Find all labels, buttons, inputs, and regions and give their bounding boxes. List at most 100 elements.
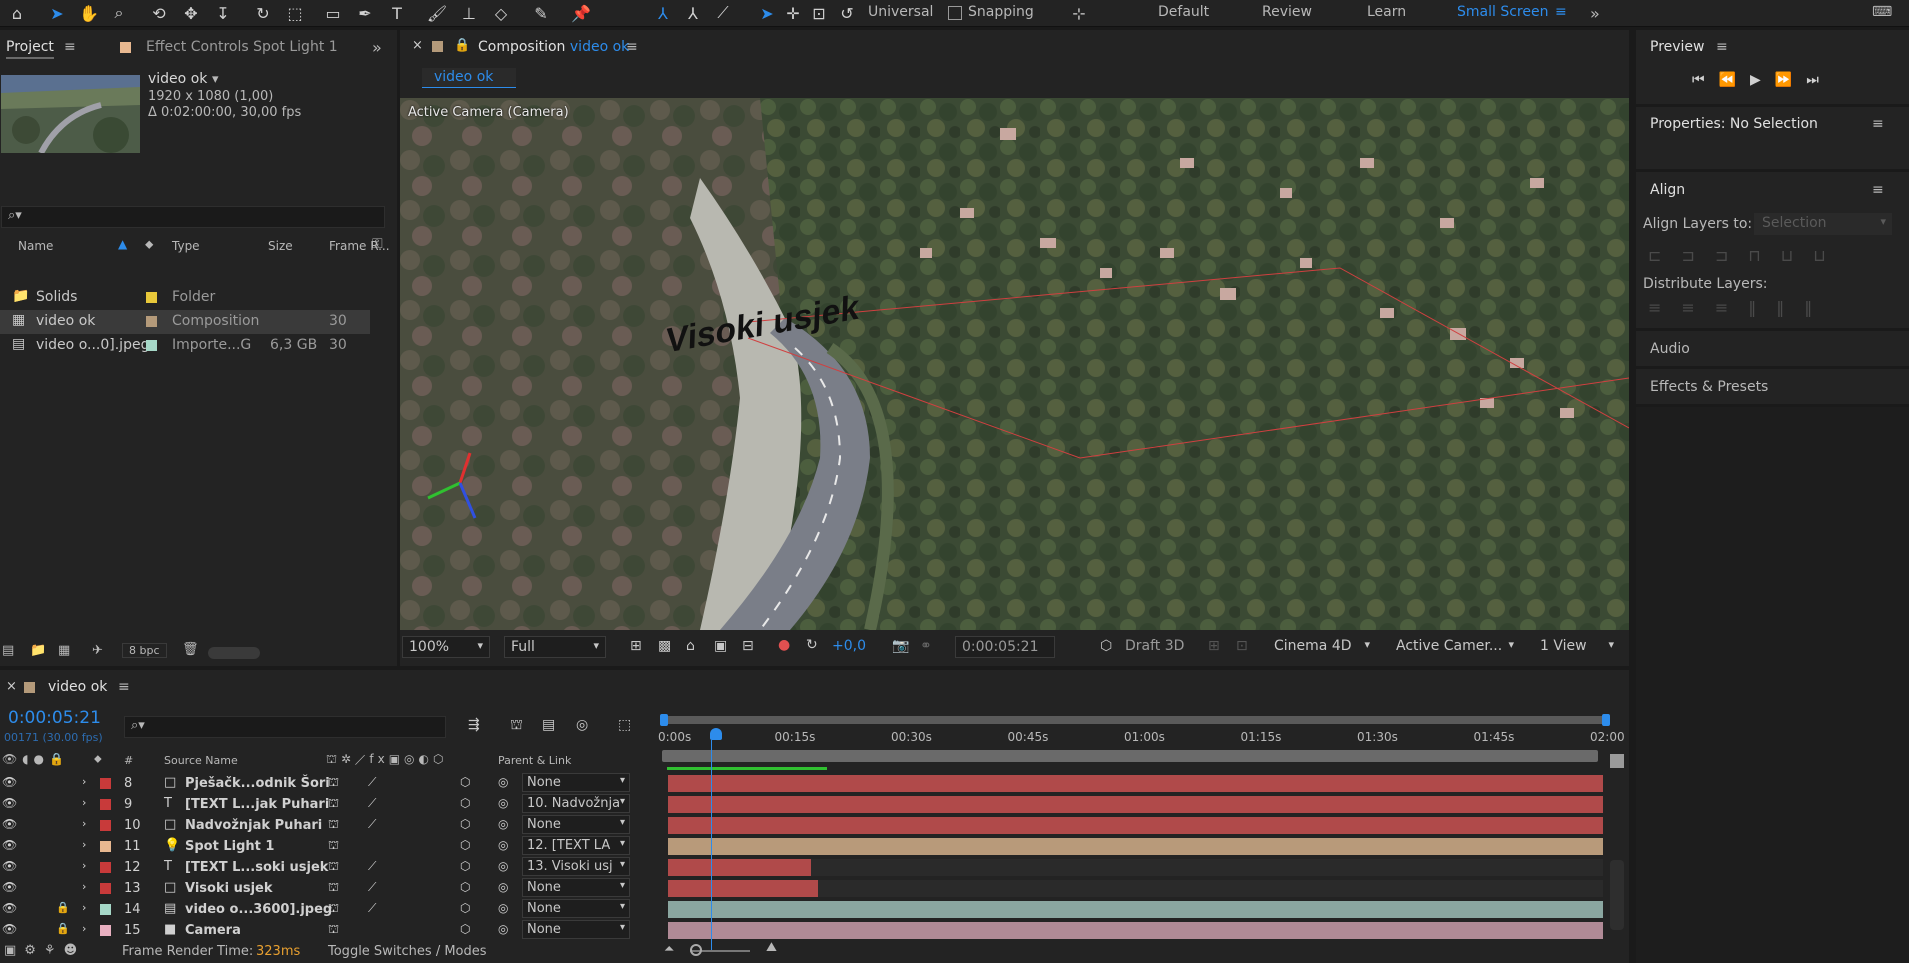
pan-camera-icon[interactable]: ✥ <box>180 2 202 24</box>
breadcrumb[interactable]: video ok <box>422 68 516 88</box>
interpret-footage-icon[interactable]: ▤ <box>2 643 14 658</box>
pick-whip-icon[interactable]: ◎ <box>498 817 508 831</box>
sort-ascending-icon[interactable]: ▲ <box>118 237 127 251</box>
chevron-right-icon[interactable]: › <box>82 796 86 809</box>
3d-layer-icon[interactable]: ⬡ <box>460 817 470 831</box>
transparency-grid-icon[interactable]: ▩ <box>658 638 671 654</box>
quality-icon[interactable]: ⟋ <box>368 880 376 895</box>
shy-layers-icon[interactable]: ⛫ <box>510 717 523 735</box>
3d-layer-icon[interactable]: ⬡ <box>460 775 470 789</box>
eye-icon[interactable]: 👁 <box>2 859 17 873</box>
playhead-handle[interactable] <box>710 728 722 740</box>
preview-name-dropdown-icon[interactable]: ▾ <box>212 72 219 87</box>
draft-3d-icon[interactable]: ⬡ <box>1100 638 1112 654</box>
quality-icon[interactable]: ⟋ <box>368 901 376 916</box>
collapse-transform-icon[interactable]: ⛫ <box>328 796 339 812</box>
next-frame-icon[interactable]: ⏩ <box>1775 72 1806 88</box>
quality-icon[interactable]: ⟋ <box>368 796 376 811</box>
keyboard-icon[interactable]: ⌨ <box>1872 4 1892 20</box>
chevron-right-icon[interactable]: › <box>82 775 86 788</box>
reset-exposure-icon[interactable]: ↻ <box>806 637 818 653</box>
more-tabs-icon[interactable]: » <box>372 38 382 57</box>
timeline-bottom-icons[interactable]: ▣⚙⚘☻ <box>4 943 85 958</box>
brush-tool-icon[interactable]: 🖌 <box>426 2 448 24</box>
work-area-start-handle[interactable] <box>660 714 668 726</box>
work-area-bar[interactable] <box>662 716 1606 724</box>
layer-source-name[interactable]: [TEXT L...soki usjek <box>185 860 328 875</box>
zoom-tool-icon[interactable]: ⌕ <box>108 2 130 24</box>
comp-viewer[interactable]: Visoki usjek Active Camera (Camera) <box>400 98 1629 630</box>
layer-source-name[interactable]: Camera <box>185 923 241 938</box>
layer-duration-bar[interactable] <box>668 775 1603 792</box>
project-item-label[interactable] <box>146 340 157 351</box>
renderer-dropdown[interactable]: Cinema 4D ▾ <box>1268 636 1376 658</box>
tab-composition[interactable]: Composition video ok <box>478 39 629 55</box>
3d-layer-icon[interactable]: ⬡ <box>460 922 470 936</box>
toggle-switches-modes[interactable]: Toggle Switches / Modes <box>328 944 487 959</box>
align-to-dropdown[interactable]: Selection ▾ <box>1754 213 1892 235</box>
snapshot-icon[interactable]: 📷 <box>892 638 909 654</box>
clone-stamp-icon[interactable]: ⊥ <box>458 2 480 24</box>
layer-duration-bar[interactable] <box>668 838 1603 855</box>
puppet-pin-icon[interactable]: 📌 <box>570 2 592 24</box>
layer-source-name[interactable]: video o...3600].jpeg <box>185 902 332 917</box>
layer-duration-bar[interactable] <box>668 922 1603 939</box>
project-item[interactable]: ▤ video o...0].jpeg Importe...G 6,3 GB 30 <box>0 334 370 358</box>
chevron-right-icon[interactable]: › <box>82 922 86 935</box>
snapping-checkbox[interactable] <box>948 6 962 20</box>
layer-label-swatch[interactable] <box>100 778 111 789</box>
quality-icon[interactable]: ⟋ <box>368 817 376 832</box>
quality-icon[interactable]: ⟋ <box>368 775 376 790</box>
layer-duration-bar[interactable] <box>668 817 1603 834</box>
effects-presets-title[interactable]: Effects & Presets <box>1650 379 1768 395</box>
layer-duration-bar[interactable] <box>668 859 812 876</box>
parent-dropdown[interactable]: 13. Visoki usj ▾ <box>522 857 630 876</box>
parent-dropdown[interactable]: 10. Nadvožnja ▾ <box>522 794 630 813</box>
mask-visibility-icon[interactable]: ⌂ <box>686 638 695 654</box>
snap-options-icon[interactable]: ⊹ <box>1068 2 1090 24</box>
viewer-timecode[interactable]: 0:00:05:21 <box>955 636 1055 658</box>
camera-view-dropdown[interactable]: Active Camer... ▾ <box>1390 636 1520 658</box>
align-buttons[interactable]: ⊏⊐⊐⊓⊔⊔ <box>1648 246 1846 265</box>
workspace-small-screen[interactable]: Small Screen <box>1457 4 1548 20</box>
distribute-buttons[interactable]: ≡≡≡‖‖‖ <box>1648 298 1832 317</box>
adjust-icon[interactable]: ✈ <box>92 643 103 658</box>
work-area-end-handle[interactable] <box>1602 714 1610 726</box>
new-composition-icon[interactable]: ▦ <box>58 643 70 658</box>
frame-blending-icon[interactable]: ▤ <box>542 717 555 733</box>
collapse-transform-icon[interactable]: ⛫ <box>328 859 339 875</box>
collapse-transform-icon[interactable]: ⛫ <box>328 901 339 917</box>
layer-label-swatch[interactable] <box>100 883 111 894</box>
first-frame-icon[interactable]: ⏮ <box>1692 72 1719 88</box>
eye-icon[interactable]: 👁 <box>2 817 17 831</box>
pick-whip-icon[interactable]: ◎ <box>498 880 508 894</box>
resolution-dropdown[interactable]: Full ▾ <box>504 636 606 658</box>
col-source-name[interactable]: Source Name <box>164 754 238 767</box>
flowchart-icon[interactable]: ⚿ <box>372 236 383 252</box>
axis-mode-label[interactable]: Universal <box>868 4 933 20</box>
3d-layer-icon[interactable]: ⬡ <box>460 901 470 915</box>
timeline-marker-icon[interactable] <box>1610 754 1624 768</box>
zoom-range-bar[interactable] <box>662 750 1598 762</box>
workspace-review[interactable]: Review <box>1262 4 1312 20</box>
eye-icon[interactable]: 👁 <box>2 922 17 936</box>
col-layer-number[interactable]: # <box>124 754 133 767</box>
layer-duration-bar[interactable] <box>668 880 818 897</box>
chevron-right-icon[interactable]: › <box>82 817 86 830</box>
rectangle-tool-icon[interactable]: ▭ <box>322 2 344 24</box>
pick-whip-icon[interactable]: ◎ <box>498 901 508 915</box>
collapse-transform-icon[interactable]: ⛫ <box>328 775 339 791</box>
project-menu-icon[interactable]: ≡ <box>64 39 76 55</box>
current-time[interactable]: 0:00:05:21 <box>8 708 101 728</box>
new-folder-icon[interactable]: 📁 <box>30 643 46 658</box>
properties-menu-icon[interactable]: ≡ <box>1872 116 1884 132</box>
layer-label-swatch[interactable] <box>100 799 111 810</box>
col-name[interactable]: Name <box>18 239 53 253</box>
col-parent-link[interactable]: Parent & Link <box>498 754 571 767</box>
project-item[interactable]: ▦ video ok Composition 30 <box>0 310 370 334</box>
3d-rotate-icon[interactable]: ↺ <box>836 2 858 24</box>
zoom-in-icon[interactable]: ⛰ <box>766 940 777 955</box>
safe-margins-icon[interactable]: ▣ <box>714 638 727 654</box>
eye-icon[interactable]: 👁 <box>2 838 17 852</box>
timeline-menu-icon[interactable]: ≡ <box>118 679 130 695</box>
